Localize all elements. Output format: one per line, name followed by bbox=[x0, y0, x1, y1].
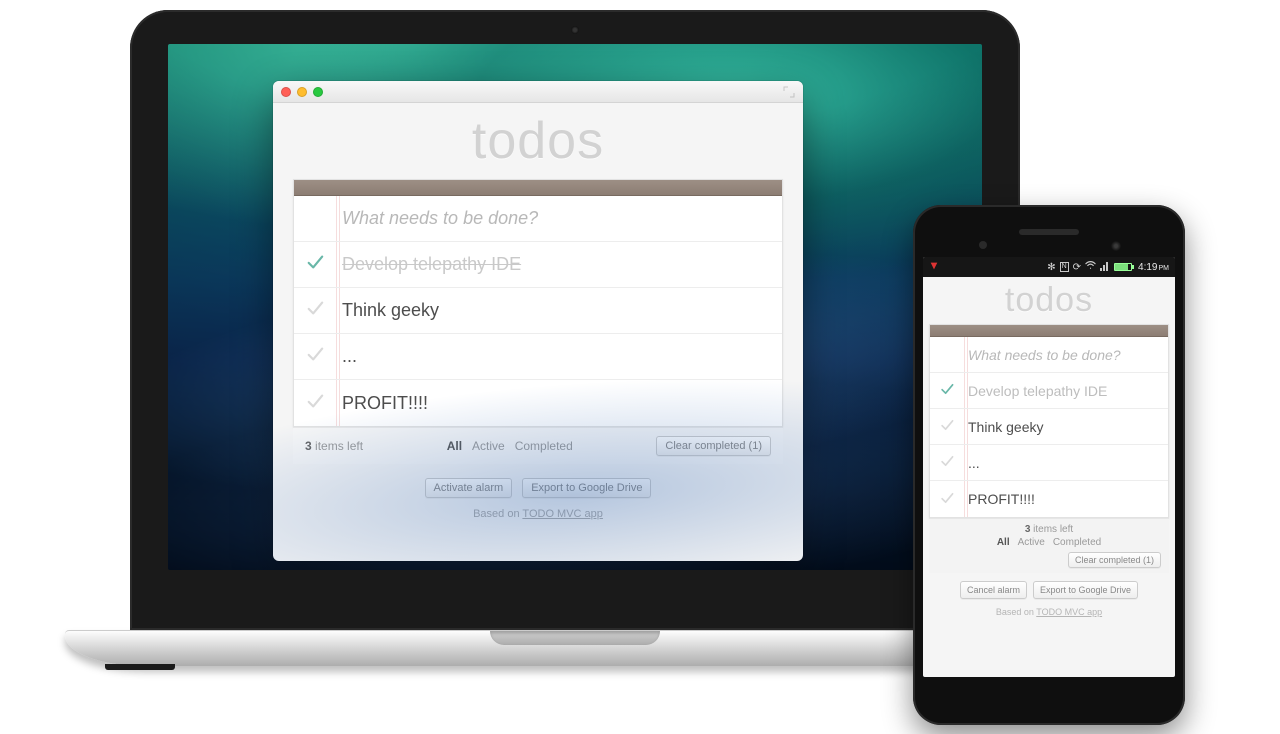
fullscreen-icon[interactable] bbox=[783, 85, 795, 97]
todo-text[interactable]: PROFIT!!!! bbox=[964, 483, 1168, 515]
status-clock: 4:19PM bbox=[1138, 262, 1169, 273]
android-status-bar: ✻ N ⟳ 4:19PM bbox=[923, 257, 1175, 277]
export-drive-button[interactable]: Export to Google Drive bbox=[1033, 581, 1138, 599]
phone-earpiece-icon bbox=[1019, 229, 1079, 235]
list-item[interactable]: ... bbox=[930, 445, 1168, 481]
new-todo-row[interactable]: What needs to be done? bbox=[294, 196, 782, 242]
laptop-camera-icon bbox=[571, 26, 579, 34]
card-header-bar bbox=[294, 180, 782, 196]
activate-alarm-button[interactable]: Activate alarm bbox=[425, 478, 513, 498]
credit-link[interactable]: TODO MVC app bbox=[1036, 607, 1102, 617]
sync-icon: ⟳ bbox=[1073, 262, 1081, 273]
checkmark-icon[interactable] bbox=[930, 452, 964, 473]
items-left-count: 3 bbox=[305, 439, 312, 453]
list-item[interactable]: ... bbox=[294, 334, 782, 380]
list-item[interactable]: PROFIT!!!! bbox=[294, 380, 782, 426]
checkmark-icon[interactable] bbox=[294, 299, 336, 322]
phone-screen: ✻ N ⟳ 4:19PM todos What needs to b bbox=[923, 257, 1175, 677]
list-footer: 3 items left All Active Completed Clear … bbox=[929, 518, 1169, 573]
filter-group: All Active Completed bbox=[937, 537, 1161, 548]
filter-all[interactable]: All bbox=[447, 439, 462, 453]
todo-list-card: What needs to be done? Develop telepathy… bbox=[929, 324, 1169, 518]
list-item[interactable]: Develop telepathy IDE bbox=[294, 242, 782, 288]
laptop-hinge-notch bbox=[490, 631, 660, 645]
app-title: todos bbox=[929, 281, 1169, 320]
checkmark-icon[interactable] bbox=[930, 416, 964, 437]
checkmark-icon[interactable] bbox=[294, 392, 336, 415]
credit-link[interactable]: TODO MVC app bbox=[522, 508, 603, 520]
card-header-bar bbox=[930, 325, 1168, 337]
nfc-icon: N bbox=[1060, 262, 1069, 272]
credit-line: Based on TODO MVC app bbox=[929, 607, 1169, 623]
cancel-alarm-button[interactable]: Cancel alarm bbox=[960, 581, 1027, 599]
todo-text[interactable]: PROFIT!!!! bbox=[336, 383, 782, 424]
phone-sensor-icon bbox=[979, 241, 987, 249]
filter-active[interactable]: Active bbox=[472, 439, 505, 453]
list-item[interactable]: Think geeky bbox=[294, 288, 782, 334]
checkmark-icon[interactable] bbox=[294, 345, 336, 368]
filter-group: All Active Completed bbox=[447, 439, 573, 453]
app-window: todos What needs to be done? bbox=[273, 81, 803, 561]
laptop-screen-bezel: todos What needs to be done? bbox=[130, 10, 1020, 630]
todo-text[interactable]: Think geeky bbox=[964, 411, 1168, 443]
credit-line: Based on TODO MVC app bbox=[293, 508, 783, 520]
list-item[interactable]: PROFIT!!!! bbox=[930, 481, 1168, 517]
phone-app-body: todos What needs to be done? Develop tel… bbox=[923, 277, 1175, 677]
filter-completed[interactable]: Completed bbox=[515, 439, 573, 453]
items-left-label: 3 items left bbox=[937, 524, 1161, 535]
window-titlebar[interactable] bbox=[273, 81, 803, 103]
battery-icon bbox=[1114, 263, 1132, 271]
desktop-wallpaper: todos What needs to be done? bbox=[168, 44, 982, 570]
window-minimize-button[interactable] bbox=[297, 87, 307, 97]
items-left-label: 3 items left bbox=[305, 439, 363, 453]
clear-completed-button[interactable]: Clear completed (1) bbox=[1068, 552, 1161, 568]
todo-text[interactable]: ... bbox=[336, 336, 782, 377]
filter-all[interactable]: All bbox=[997, 537, 1010, 548]
phone-frame: ✻ N ⟳ 4:19PM todos What needs to b bbox=[913, 205, 1185, 725]
window-controls bbox=[281, 87, 323, 97]
window-close-button[interactable] bbox=[281, 87, 291, 97]
app-body: todos What needs to be done? bbox=[273, 103, 803, 530]
checkmark-icon[interactable] bbox=[294, 253, 336, 276]
signal-icon bbox=[1100, 261, 1110, 274]
filter-active[interactable]: Active bbox=[1018, 537, 1045, 548]
todo-list-card: What needs to be done? Develop telepathy… bbox=[293, 179, 783, 427]
bluetooth-icon: ✻ bbox=[1047, 262, 1055, 273]
app-title: todos bbox=[293, 111, 783, 171]
clear-completed-button[interactable]: Clear completed (1) bbox=[656, 436, 771, 456]
list-footer: 3 items left All Active Completed Clear … bbox=[293, 427, 783, 464]
phone-camera-icon bbox=[1111, 241, 1121, 251]
todo-text[interactable]: Think geeky bbox=[336, 290, 782, 331]
new-todo-input[interactable]: What needs to be done? bbox=[336, 196, 782, 241]
list-item[interactable]: Think geeky bbox=[930, 409, 1168, 445]
action-row: Cancel alarm Export to Google Drive bbox=[929, 581, 1169, 599]
wifi-icon bbox=[1085, 260, 1096, 274]
laptop-frame: todos What needs to be done? bbox=[130, 10, 1020, 666]
checkmark-icon[interactable] bbox=[930, 380, 964, 401]
todo-text[interactable]: Develop telepathy IDE bbox=[964, 375, 1168, 407]
filter-completed[interactable]: Completed bbox=[1053, 537, 1101, 548]
new-todo-input[interactable]: What needs to be done? bbox=[964, 339, 1168, 371]
todo-text[interactable]: Develop telepathy IDE bbox=[336, 244, 782, 285]
todo-text[interactable]: ... bbox=[964, 447, 1168, 479]
list-item[interactable]: Develop telepathy IDE bbox=[930, 373, 1168, 409]
carrier-icon bbox=[929, 261, 939, 274]
checkmark-icon[interactable] bbox=[930, 489, 964, 510]
new-todo-row[interactable]: What needs to be done? bbox=[930, 337, 1168, 373]
export-drive-button[interactable]: Export to Google Drive bbox=[522, 478, 651, 498]
action-row: Activate alarm Export to Google Drive bbox=[293, 478, 783, 498]
window-maximize-button[interactable] bbox=[313, 87, 323, 97]
